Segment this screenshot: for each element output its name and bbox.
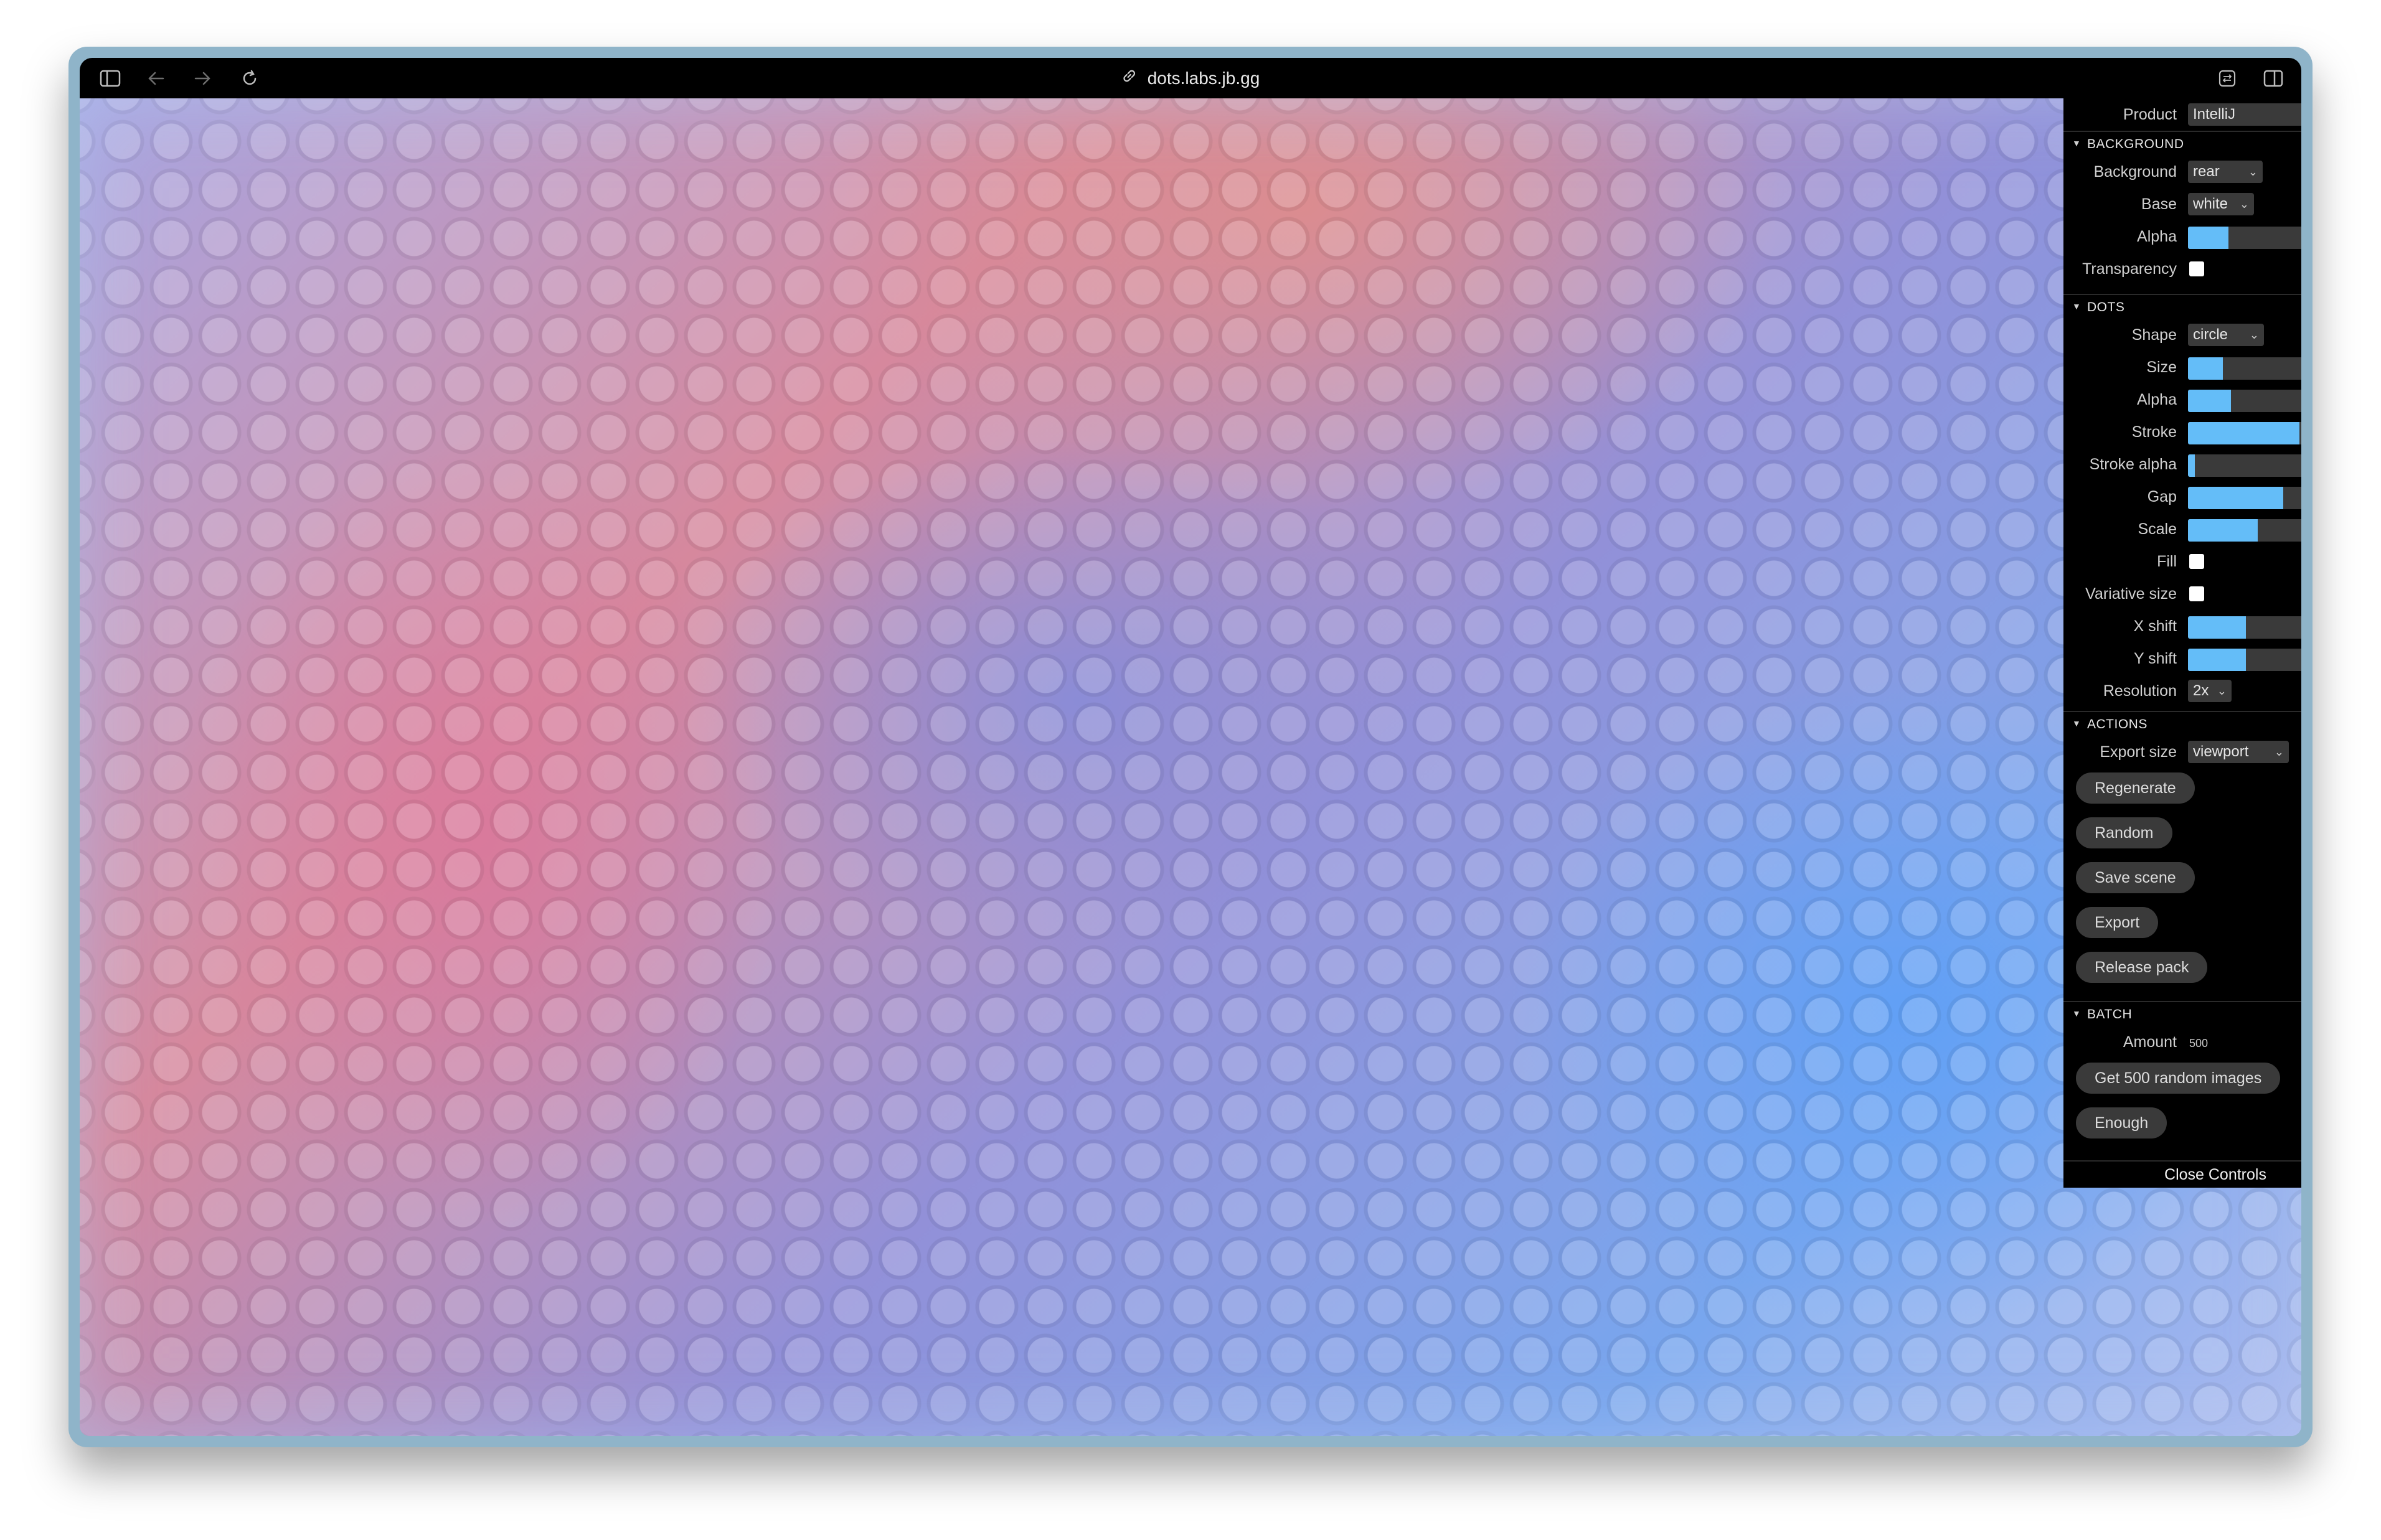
export-button[interactable]: Export <box>2076 907 2159 938</box>
chevron-down-icon: ⌄ <box>2217 685 2227 697</box>
enough-button[interactable]: Enough <box>2076 1107 2167 1139</box>
amount-row: Amount 500 <box>2123 1033 2209 1051</box>
address-bar[interactable]: dots.labs.jb.gg <box>1121 58 1260 98</box>
stroke-alpha-row: Stroke alpha 16 <box>2063 448 2301 481</box>
sidebar-icon[interactable] <box>98 67 122 90</box>
close-controls-button[interactable]: Close Controls <box>2063 1160 2301 1189</box>
gap-row: Gap 163 <box>2063 481 2301 513</box>
chevron-down-icon: ⌄ <box>2239 198 2249 210</box>
reload-icon[interactable] <box>238 67 262 90</box>
collapse-triangle-icon: ▼ <box>2072 1008 2081 1018</box>
url-text: dots.labs.jb.gg <box>1147 68 1260 88</box>
chevron-down-icon: ⌄ <box>2249 329 2259 341</box>
x-shift-slider[interactable] <box>2188 616 2301 639</box>
transparency-row: Transparency <box>2063 253 2301 285</box>
y-shift-row: Y shift 0 <box>2063 642 2301 675</box>
slider-fill <box>2188 357 2223 380</box>
resolution-row: Resolution 2x ⌄ <box>2063 675 2301 707</box>
resolution-select[interactable]: 2x ⌄ <box>2188 680 2232 702</box>
fill-checkbox[interactable] <box>2189 554 2204 569</box>
size-row: Size 61 <box>2063 351 2301 383</box>
export-size-row: Export size viewport ⌄ <box>2063 736 2301 768</box>
product-row: Product IntelliJ ⌄ <box>2063 98 2301 131</box>
collapse-triangle-icon: ▼ <box>2072 301 2081 311</box>
product-label: Product <box>2123 106 2177 123</box>
base-row: Base white ⌄ <box>2063 188 2301 220</box>
section-batch[interactable]: ▼ BATCH <box>2063 1001 2301 1027</box>
controls-panel: Product IntelliJ ⌄ ▼ BACKGROUND Backgrou… <box>2063 98 2301 1188</box>
export-size-select[interactable]: viewport ⌄ <box>2188 741 2289 763</box>
slider-fill <box>2188 390 2231 412</box>
dots-alpha-slider[interactable] <box>2188 390 2301 412</box>
bg-alpha-row: Alpha 89 <box>2063 220 2301 253</box>
slider-fill <box>2188 422 2299 444</box>
gap-slider[interactable] <box>2188 487 2301 509</box>
bg-alpha-slider[interactable] <box>2188 227 2301 249</box>
product-select[interactable]: IntelliJ ⌄ <box>2188 103 2301 126</box>
split-view-icon[interactable] <box>2261 67 2285 90</box>
save-scene-button[interactable]: Save scene <box>2076 862 2195 893</box>
regenerate-button[interactable]: Regenerate <box>2076 772 2195 804</box>
link-icon <box>1121 68 1138 88</box>
base-select[interactable]: white ⌄ <box>2188 193 2254 215</box>
variative-size-row: Variative size <box>2063 578 2301 610</box>
y-shift-slider[interactable] <box>2188 649 2301 671</box>
x-shift-row: X shift 0 <box>2063 610 2301 642</box>
scale-row: Scale 12 <box>2063 513 2301 545</box>
stroke-row: Stroke 96 <box>2063 416 2301 448</box>
chevron-down-icon: ⌄ <box>2248 166 2258 178</box>
slider-fill <box>2188 487 2283 509</box>
transparency-checkbox[interactable] <box>2189 261 2204 276</box>
size-slider[interactable] <box>2188 357 2301 380</box>
browser-toolbar: dots.labs.jb.gg <box>80 58 2301 98</box>
page-viewport: Product IntelliJ ⌄ ▼ BACKGROUND Backgrou… <box>80 98 2301 1436</box>
back-icon[interactable] <box>144 67 168 90</box>
section-actions[interactable]: ▼ ACTIONS <box>2063 711 2301 737</box>
slider-fill <box>2188 454 2195 477</box>
random-button[interactable]: Random <box>2076 817 2172 848</box>
forward-icon[interactable] <box>191 67 214 90</box>
slider-fill <box>2188 616 2246 639</box>
background-select[interactable]: rear ⌄ <box>2188 161 2263 183</box>
get-random-images-button[interactable]: Get 500 random images <box>2076 1063 2281 1094</box>
shape-row: Shape circle ⌄ <box>2063 319 2301 351</box>
scale-slider[interactable] <box>2188 519 2301 542</box>
dots-alpha-row: Alpha 95 <box>2063 383 2301 416</box>
section-background[interactable]: ▼ BACKGROUND <box>2063 131 2301 157</box>
slider-fill <box>2188 519 2258 542</box>
stroke-slider[interactable] <box>2188 422 2301 444</box>
slider-fill <box>2188 649 2246 671</box>
section-dots[interactable]: ▼ DOTS <box>2063 294 2301 320</box>
slider-fill <box>2188 227 2229 249</box>
collapse-triangle-icon: ▼ <box>2072 718 2081 728</box>
stroke-alpha-slider[interactable] <box>2188 454 2301 477</box>
shape-select[interactable]: circle ⌄ <box>2188 324 2264 346</box>
background-row: Background rear ⌄ <box>2063 156 2301 188</box>
browser-window: dots.labs.jb.gg Product IntelliJ ⌄ ▼ <box>68 47 2313 1447</box>
variative-size-checkbox[interactable] <box>2189 586 2204 601</box>
release-pack-button[interactable]: Release pack <box>2076 952 2208 983</box>
amount-input[interactable]: 500 <box>2189 1037 2208 1050</box>
collapse-triangle-icon: ▼ <box>2072 138 2081 148</box>
translate-icon[interactable] <box>2215 67 2239 90</box>
fill-row: Fill <box>2063 545 2301 578</box>
chevron-down-icon: ⌄ <box>2274 746 2284 758</box>
